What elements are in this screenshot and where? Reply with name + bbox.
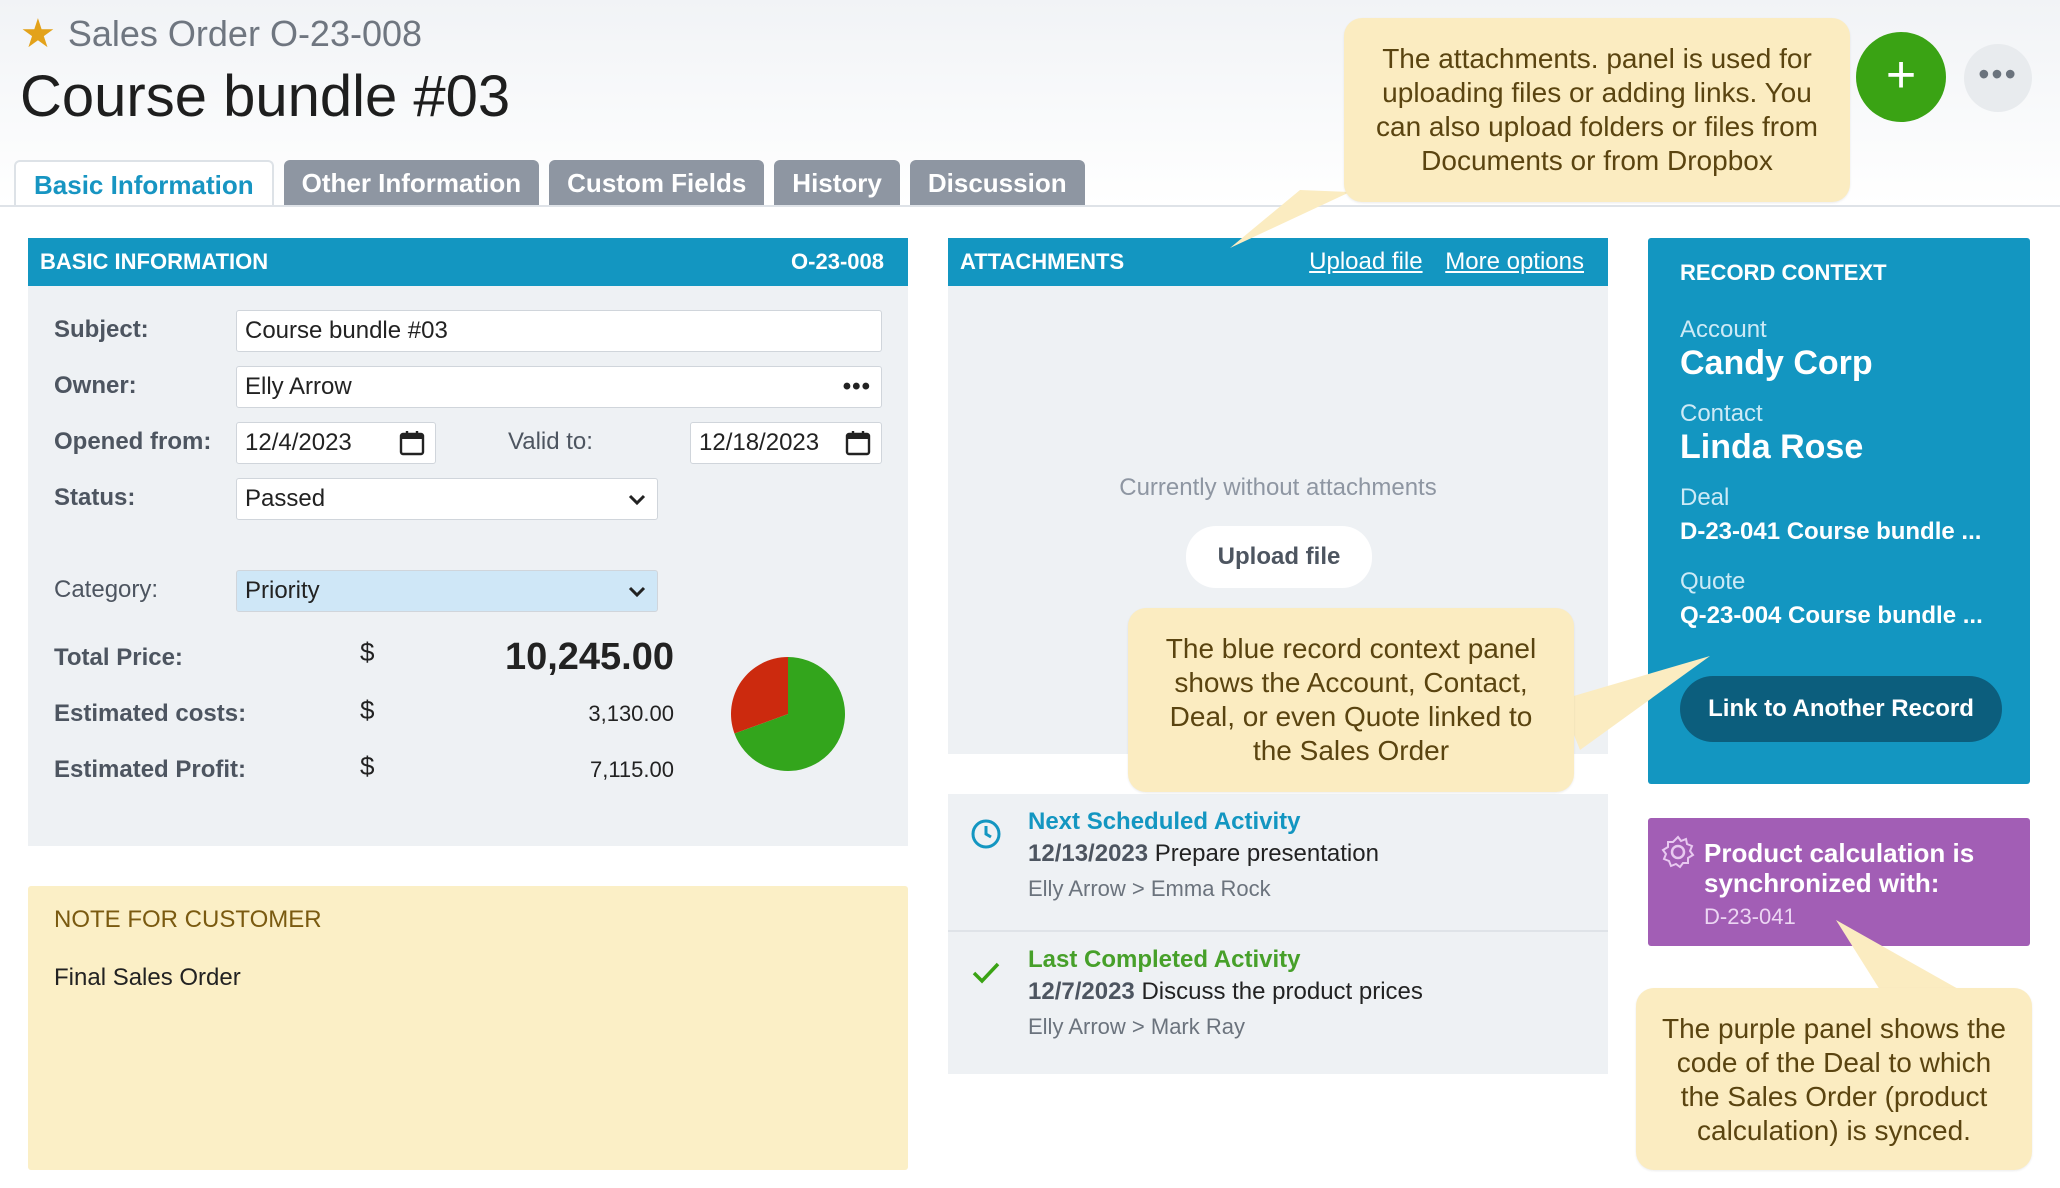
callout-pointer-context: [1560, 656, 1710, 750]
callout-purple-panel: The purple panel shows the code of the D…: [1636, 988, 2032, 1170]
callout-pointer-attachments: [1230, 190, 1350, 248]
callout-attachments: The attachments. panel is used for uploa…: [1344, 18, 1850, 202]
callout-pointer-purple: [1836, 920, 1960, 990]
callout-record-context: The blue record context panel shows the …: [1128, 608, 1574, 792]
